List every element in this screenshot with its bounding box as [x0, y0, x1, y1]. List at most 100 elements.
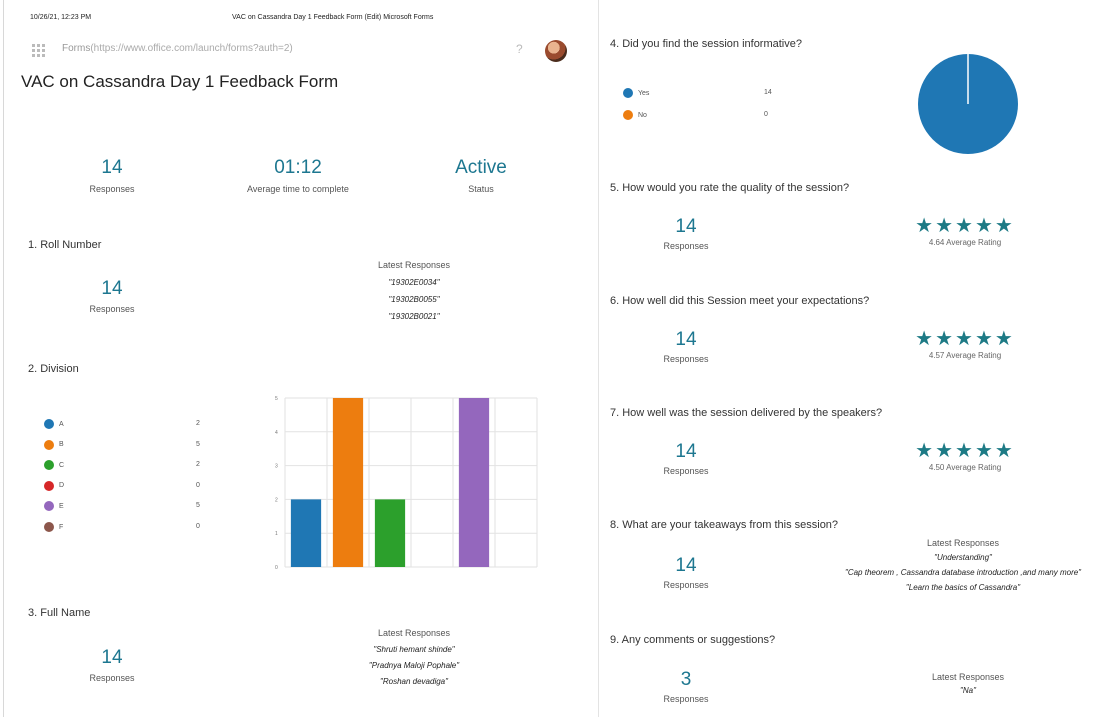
summary-status: Active Status — [426, 157, 536, 194]
help-icon[interactable]: ? — [516, 42, 523, 56]
q8-count: 14 Responses — [631, 555, 741, 590]
legend-count: 5 — [196, 502, 200, 510]
user-avatar[interactable] — [545, 40, 567, 62]
q3-count-value: 14 — [101, 647, 123, 668]
q5-count-label: Responses — [663, 241, 709, 251]
y-tick-label: 1 — [275, 531, 278, 537]
q9-count-label: Responses — [663, 694, 709, 704]
print-datetime: 10/26/21, 12:23 PM — [30, 14, 92, 21]
q2-legend-item-b: B — [44, 438, 64, 452]
q6-average-rating: 4.57 Average Rating — [928, 351, 1002, 360]
legend-count: 2 — [196, 461, 200, 469]
q5-count-value: 14 — [675, 216, 697, 237]
q2-legend-item-c: C — [44, 458, 64, 472]
q6-rating: ★★★★★ 4.57 Average Rating — [905, 326, 1025, 360]
star-rating-icon: ★★★★★ — [915, 328, 1015, 350]
q6-count-value: 14 — [675, 329, 697, 350]
q2-legend-item-f: F — [44, 520, 63, 534]
latest-responses-heading: Latest Responses — [377, 260, 451, 270]
star-rating-icon: ★★★★★ — [915, 215, 1015, 237]
y-tick-label: 0 — [275, 565, 278, 571]
legend-swatch — [44, 460, 54, 471]
q9-latest-responses: Latest Responses "Na" — [868, 672, 1068, 695]
q2-legend-item-e: E — [44, 499, 64, 513]
response-item: "19302B0055" — [388, 295, 440, 304]
bar-c — [374, 499, 406, 567]
response-item: "19302E0034" — [388, 278, 440, 287]
response-item: "Cap theorem , Cassandra database introd… — [844, 568, 1082, 577]
q9-count-value: 3 — [680, 669, 692, 690]
q9-title: 9. Any comments or suggestions? — [610, 634, 776, 646]
legend-swatch — [44, 480, 54, 491]
legend-count: 14 — [764, 89, 772, 96]
legend-label: No — [638, 111, 647, 119]
q6-count-label: Responses — [663, 354, 709, 364]
y-tick-label: 2 — [275, 497, 278, 503]
q6-count: 14 Responses — [631, 329, 741, 364]
q3-count-label: Responses — [89, 673, 135, 683]
q8-latest-responses: Latest Responses "Understanding" "Cap th… — [818, 538, 1108, 592]
q3-count: 14 Responses — [57, 647, 167, 683]
q1-count-value: 14 — [101, 278, 123, 299]
q8-count-value: 14 — [675, 555, 697, 576]
q8-title: 8. What are your takeaways from this ses… — [610, 519, 839, 531]
q5-title: 5. How would you rate the quality of the… — [610, 182, 850, 194]
column-divider — [598, 0, 599, 717]
q4-legend-item-yes: Yes — [623, 86, 649, 100]
legend-label: Yes — [638, 89, 650, 97]
forms-app-name: Forms — [62, 43, 91, 54]
q8-count-label: Responses — [663, 580, 709, 590]
forms-url: (https://www.office.com/launch/forms?aut… — [90, 43, 293, 54]
bar-e — [458, 398, 490, 567]
q5-average-rating: 4.64 Average Rating — [928, 238, 1002, 247]
summary-avg-time: 01:12 Average time to complete — [218, 157, 378, 194]
legend-swatch — [44, 419, 54, 429]
q2-legend-item-a: A — [44, 417, 64, 431]
response-item: "19302B0021" — [388, 312, 440, 321]
latest-responses-heading: Latest Responses — [926, 538, 1000, 548]
legend-label: E — [59, 502, 64, 510]
legend-label: F — [59, 523, 64, 531]
response-item: "Understanding" — [934, 553, 992, 562]
q7-title: 7. How well was the session delivered by… — [610, 407, 883, 419]
legend-label: B — [59, 441, 64, 449]
legend-count: 0 — [196, 523, 200, 530]
q6-title: 6. How well did this Session meet your e… — [610, 295, 870, 307]
q7-average-rating: 4.50 Average Rating — [928, 463, 1002, 472]
legend-label: D — [59, 482, 65, 490]
summary-responses-label: Responses — [89, 184, 135, 194]
response-item: "Na" — [960, 686, 976, 695]
summary-avg-time-label: Average time to complete — [247, 184, 349, 194]
q2-title: 2. Division — [28, 363, 79, 375]
q3-title: 3. Full Name — [28, 607, 91, 619]
q2-legend-item-d: D — [44, 479, 64, 493]
legend-count: 2 — [196, 420, 200, 427]
q5-rating: ★★★★★ 4.64 Average Rating — [905, 213, 1025, 247]
y-tick-label: 5 — [275, 396, 278, 402]
forms-app-link[interactable]: Forms(https://www.office.com/launch/form… — [62, 43, 293, 54]
summary-status-value: Active — [455, 157, 507, 178]
legend-swatch — [623, 88, 633, 98]
legend-swatch — [44, 501, 54, 512]
response-item: "Roshan devadiga" — [380, 677, 448, 686]
legend-count: 0 — [764, 111, 768, 118]
legend-swatch — [44, 522, 54, 532]
q3-latest-responses: Latest Responses "Shruti hemant shinde" … — [314, 628, 514, 686]
bar-b — [332, 398, 364, 567]
q5-count: 14 Responses — [631, 216, 741, 251]
app-launcher-icon[interactable] — [32, 44, 45, 57]
legend-swatch — [44, 439, 54, 450]
page-edge — [3, 0, 4, 717]
response-item: "Shruti hemant shinde" — [373, 645, 455, 654]
latest-responses-heading: Latest Responses — [377, 628, 451, 638]
y-tick-label: 4 — [275, 430, 278, 436]
summary-responses: 14 Responses — [57, 157, 167, 194]
legend-label: C — [59, 461, 65, 469]
bar-a — [290, 499, 322, 567]
q1-count-label: Responses — [89, 304, 135, 314]
q9-count: 3 Responses — [631, 669, 741, 704]
q4-legend-item-no: No — [623, 108, 647, 122]
q7-count-label: Responses — [663, 466, 709, 476]
legend-count: 0 — [196, 481, 200, 489]
latest-responses-heading: Latest Responses — [931, 672, 1005, 682]
